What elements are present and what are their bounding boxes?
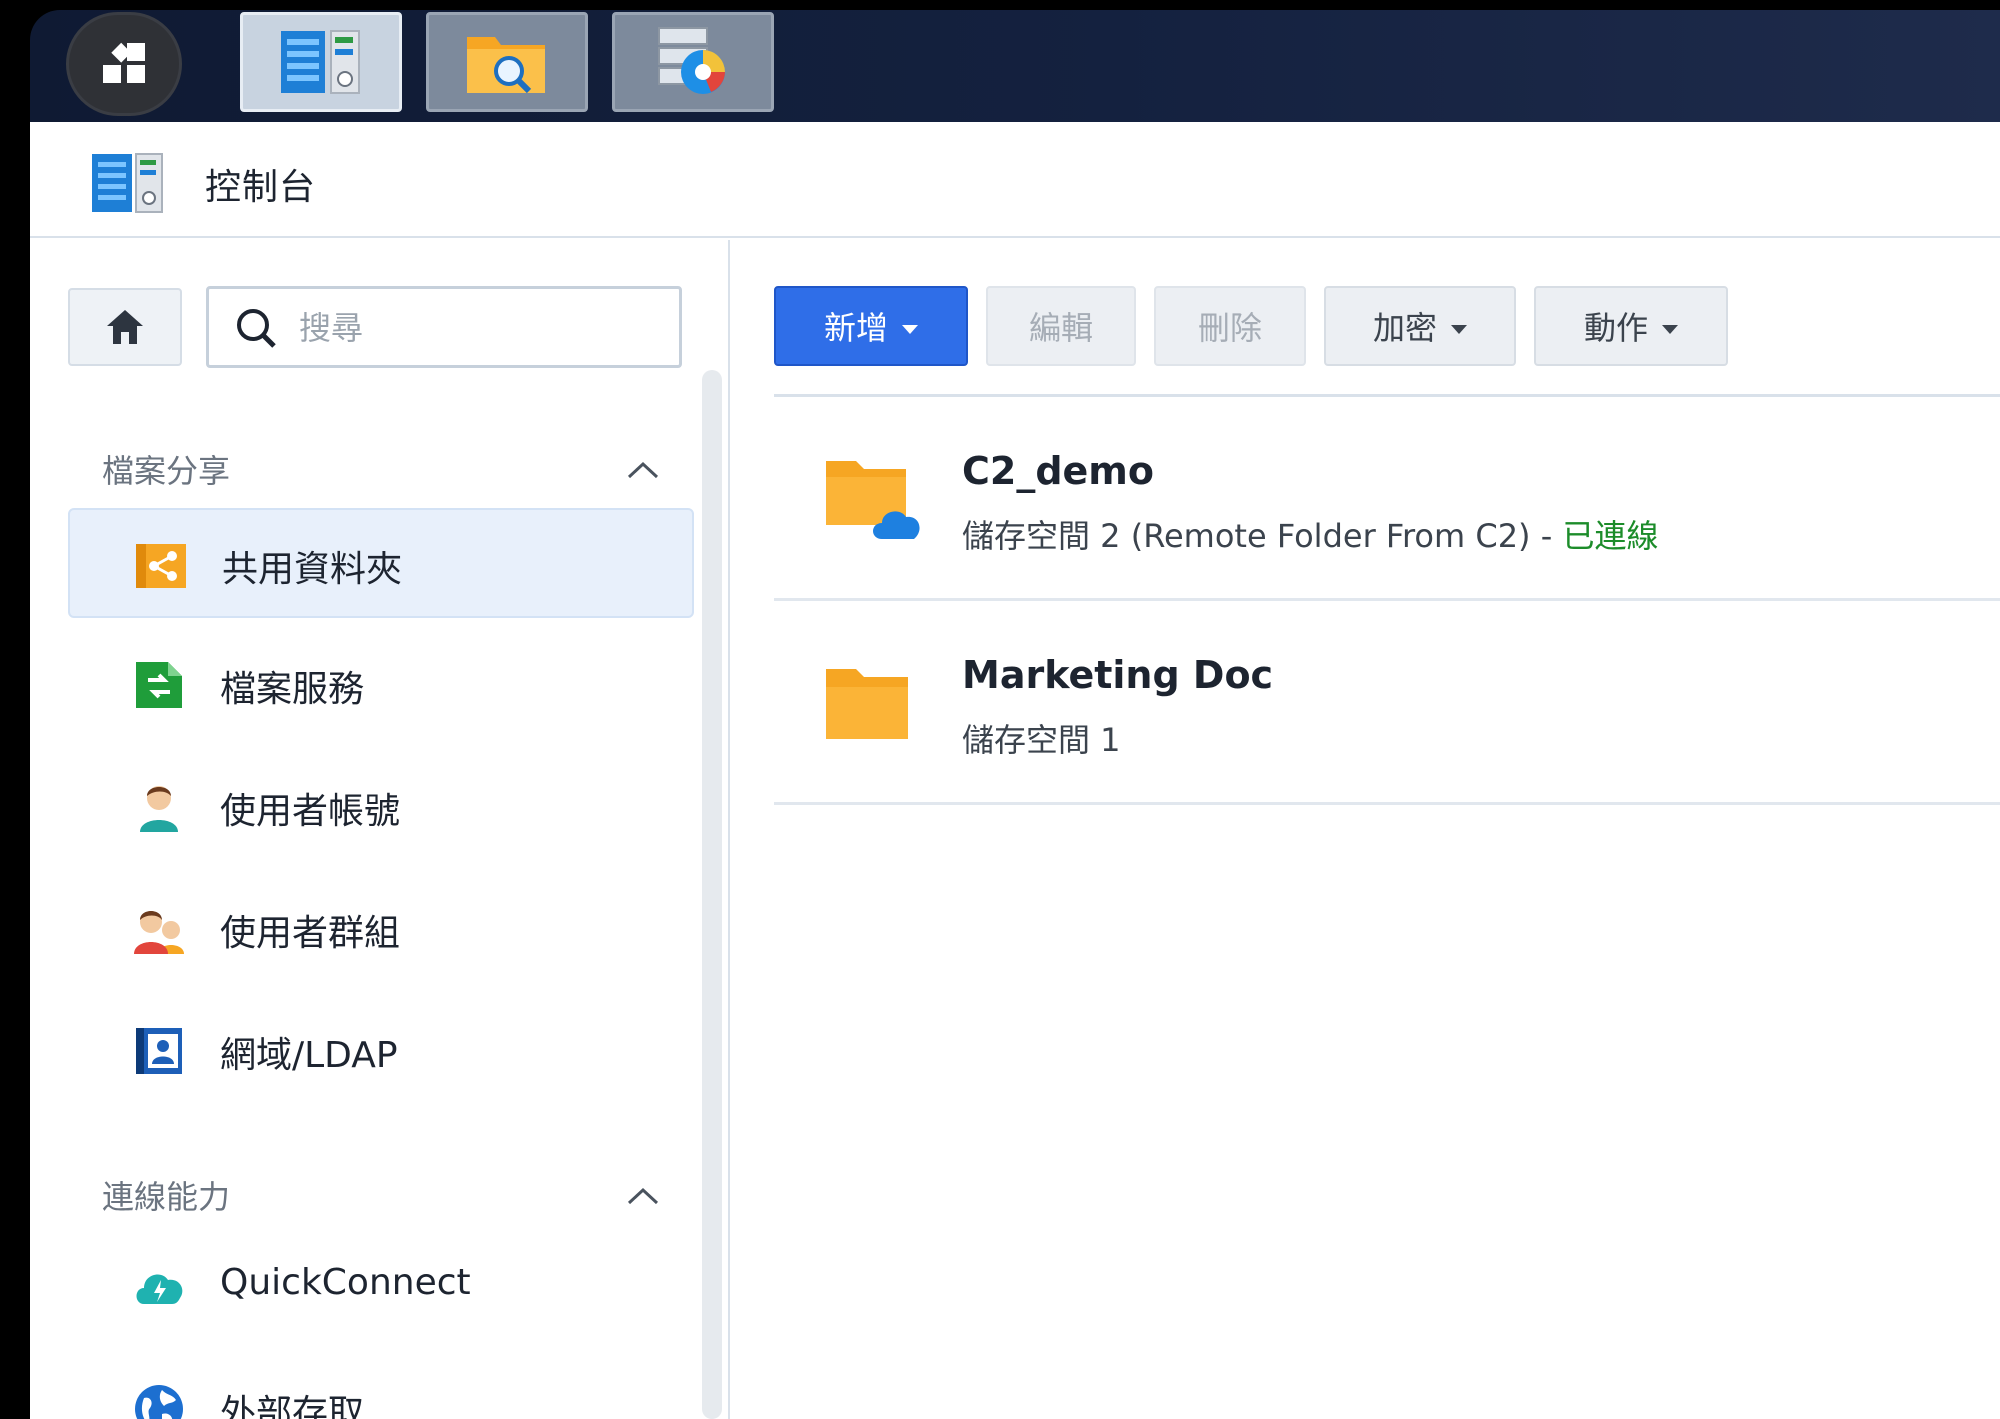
taskbar-app-file-station[interactable] bbox=[426, 12, 588, 112]
file-station-icon bbox=[467, 37, 545, 94]
sidebar-item-quickconnect[interactable]: QuickConnect bbox=[68, 1232, 694, 1342]
sidebar-item-user[interactable]: 使用者帳號 bbox=[68, 752, 694, 862]
external-access-icon bbox=[135, 1385, 183, 1419]
quickconnect-icon bbox=[136, 1274, 183, 1304]
create-button[interactable]: 新增 bbox=[774, 286, 968, 366]
sidebar-item-label: 使用者群組 bbox=[220, 913, 401, 954]
create-button-label: 新增 bbox=[823, 309, 888, 347]
taskbar-app-storage-manager[interactable] bbox=[612, 12, 774, 112]
search-icon bbox=[237, 309, 276, 348]
edit-button[interactable]: 編輯 bbox=[986, 286, 1136, 366]
sidebar: 檔案分享 共用資料夾 檔案服務 bbox=[30, 240, 730, 1419]
window-title-bar: 控制台 bbox=[30, 122, 2000, 238]
folder-status: 已連線 bbox=[1562, 517, 1659, 555]
taskbar bbox=[30, 10, 2000, 122]
home-button[interactable] bbox=[68, 288, 182, 366]
folder-location-text: 儲存空間 2 (Remote Folder From C2) - bbox=[962, 517, 1563, 555]
user-group-icon bbox=[134, 911, 184, 954]
sidebar-item-label: QuickConnect bbox=[220, 1262, 471, 1303]
sidebar-item-domain-ldap[interactable]: 網域/LDAP bbox=[68, 996, 694, 1106]
chevron-up-icon[interactable] bbox=[626, 1186, 660, 1206]
control-panel-icon bbox=[92, 153, 163, 213]
folder-row[interactable]: Marketing Doc 儲存空間 1 bbox=[774, 601, 2000, 805]
domain-ldap-icon bbox=[136, 1028, 182, 1074]
delete-button[interactable]: 刪除 bbox=[1154, 286, 1306, 366]
caret-down-icon bbox=[1662, 324, 1678, 334]
chevron-up-icon[interactable] bbox=[626, 460, 660, 480]
sidebar-item-external-access[interactable]: 外部存取 bbox=[68, 1354, 694, 1419]
home-icon bbox=[107, 310, 143, 344]
file-services-icon bbox=[136, 662, 182, 708]
sidebar-item-user-group[interactable]: 使用者群組 bbox=[68, 874, 694, 984]
window-title: 控制台 bbox=[205, 167, 317, 208]
control-panel-window: 控制台 檔案分享 bbox=[30, 122, 2000, 1419]
sidebar-item-shared-folder[interactable]: 共用資料夾 bbox=[68, 508, 694, 618]
search-input[interactable] bbox=[299, 301, 659, 355]
main-content: 新增 編輯 刪除 加密 動作 C2_demo 儲存空間 2 (Remote Fo… bbox=[732, 240, 2000, 1419]
folder-location: 儲存空間 1 bbox=[962, 721, 1121, 759]
user-icon bbox=[140, 786, 178, 832]
caret-down-icon bbox=[902, 324, 918, 334]
taskbar-app-control-panel[interactable] bbox=[240, 12, 402, 112]
sidebar-scrollbar[interactable] bbox=[702, 370, 722, 1419]
sidebar-item-label: 外部存取 bbox=[220, 1393, 365, 1419]
main-menu-button[interactable] bbox=[66, 12, 182, 116]
search-box[interactable] bbox=[206, 286, 682, 368]
sidebar-item-label: 共用資料夾 bbox=[222, 549, 403, 590]
folder-name: C2_demo bbox=[962, 449, 1155, 493]
storage-manager-icon bbox=[658, 27, 725, 94]
encrypt-button[interactable]: 加密 bbox=[1324, 286, 1516, 366]
caret-down-icon bbox=[1451, 324, 1467, 334]
control-panel-icon bbox=[281, 30, 360, 94]
encrypt-button-label: 加密 bbox=[1372, 309, 1437, 347]
sidebar-item-label: 使用者帳號 bbox=[220, 791, 401, 832]
delete-button-label: 刪除 bbox=[1197, 309, 1262, 347]
sidebar-item-label: 網域/LDAP bbox=[220, 1035, 398, 1076]
edit-button-label: 編輯 bbox=[1028, 309, 1093, 347]
action-button[interactable]: 動作 bbox=[1534, 286, 1728, 366]
folder-name: Marketing Doc bbox=[962, 653, 1274, 697]
cloud-folder-icon bbox=[826, 461, 920, 539]
folder-location: 儲存空間 2 (Remote Folder From C2) - 已連線 bbox=[962, 511, 1658, 557]
folder-row[interactable]: C2_demo 儲存空間 2 (Remote Folder From C2) -… bbox=[774, 397, 2000, 601]
shared-folder-icon bbox=[136, 544, 186, 588]
section-header-file-sharing[interactable]: 檔案分享 bbox=[102, 446, 230, 492]
action-button-label: 動作 bbox=[1583, 309, 1648, 347]
sidebar-item-label: 檔案服務 bbox=[220, 669, 365, 710]
main-menu-grid-icon bbox=[103, 42, 145, 83]
section-header-connectivity[interactable]: 連線能力 bbox=[102, 1172, 230, 1218]
folder-icon bbox=[826, 669, 908, 739]
sidebar-item-file-services[interactable]: 檔案服務 bbox=[68, 630, 694, 740]
